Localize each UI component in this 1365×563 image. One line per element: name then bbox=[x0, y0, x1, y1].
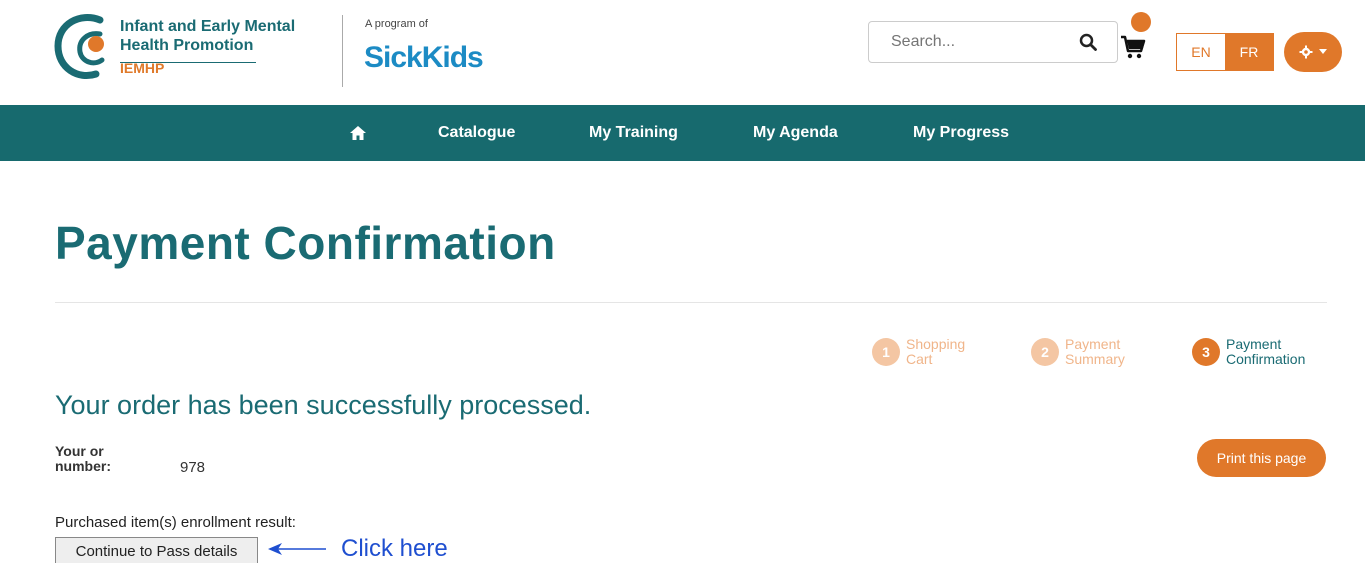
search-input[interactable] bbox=[891, 33, 1071, 51]
continue-to-pass-details-button[interactable]: Continue to Pass details bbox=[55, 537, 258, 563]
search-icon[interactable] bbox=[1079, 33, 1097, 51]
brand-name[interactable]: Infant and Early Mental Health Promotion… bbox=[120, 17, 295, 78]
step-label-line1: Shopping bbox=[906, 336, 966, 352]
step-number: 1 bbox=[872, 338, 900, 366]
step-label-line2: Cart bbox=[906, 351, 933, 367]
annotation-arrow-icon bbox=[268, 543, 326, 555]
step-label: Shopping Cart bbox=[906, 337, 965, 367]
step-label-line1: Payment bbox=[1065, 336, 1121, 352]
step-payment-summary: 2 Payment Summary bbox=[1031, 337, 1125, 367]
lang-en-button[interactable]: EN bbox=[1177, 34, 1225, 70]
iemhp-logo-icon[interactable] bbox=[52, 12, 116, 82]
language-switcher: EN FR bbox=[1176, 33, 1274, 71]
nav-my-progress[interactable]: My Progress bbox=[913, 105, 1009, 161]
title-divider bbox=[55, 302, 1327, 303]
gear-icon bbox=[1299, 45, 1313, 59]
header-divider bbox=[342, 15, 343, 87]
success-message: Your order has been successfully process… bbox=[55, 390, 592, 420]
step-label: Payment Confirmation bbox=[1226, 337, 1305, 367]
cart-badge bbox=[1131, 12, 1151, 32]
nav-my-training[interactable]: My Training bbox=[589, 105, 678, 161]
step-number: 3 bbox=[1192, 338, 1220, 366]
step-label-line1: Payment bbox=[1226, 336, 1282, 352]
order-label-line1: Your or bbox=[55, 443, 104, 459]
click-here-annotation: Click here bbox=[341, 535, 448, 562]
cart-icon[interactable] bbox=[1120, 34, 1146, 60]
search-box[interactable] bbox=[868, 21, 1118, 63]
sickkids-logo[interactable]: SickKids bbox=[364, 41, 484, 75]
step-shopping-cart: 1 Shopping Cart bbox=[872, 337, 965, 367]
main-nav: Catalogue My Training My Agenda My Progr… bbox=[0, 105, 1365, 161]
brand-underline bbox=[120, 62, 256, 63]
print-page-button[interactable]: Print this page bbox=[1197, 439, 1326, 477]
lang-fr-button[interactable]: FR bbox=[1225, 34, 1273, 70]
program-of-label: A program of bbox=[365, 18, 428, 30]
page-title: Payment Confirmation bbox=[55, 217, 556, 269]
caret-down-icon bbox=[1319, 49, 1327, 54]
brand-line2: Health Promotion bbox=[120, 37, 254, 54]
settings-button[interactable] bbox=[1284, 32, 1342, 72]
nav-my-agenda[interactable]: My Agenda bbox=[753, 105, 838, 161]
order-number-label: Your or number: bbox=[55, 444, 111, 474]
order-number-value: 978 bbox=[180, 459, 206, 476]
step-payment-confirmation: 3 Payment Confirmation bbox=[1192, 337, 1305, 367]
enrollment-result-label: Purchased item(s) enrollment result: bbox=[55, 514, 296, 531]
step-number: 2 bbox=[1031, 338, 1059, 366]
step-label-line2: Summary bbox=[1065, 351, 1125, 367]
brand-line1: Infant and Early Mental bbox=[120, 18, 296, 35]
nav-catalogue[interactable]: Catalogue bbox=[438, 105, 515, 161]
nav-home[interactable] bbox=[349, 105, 367, 161]
step-label: Payment Summary bbox=[1065, 337, 1125, 367]
order-label-line2: number: bbox=[55, 458, 111, 474]
step-label-line2: Confirmation bbox=[1226, 351, 1306, 367]
site-header: Infant and Early Mental Health Promotion… bbox=[0, 0, 1365, 105]
home-icon bbox=[350, 126, 366, 140]
